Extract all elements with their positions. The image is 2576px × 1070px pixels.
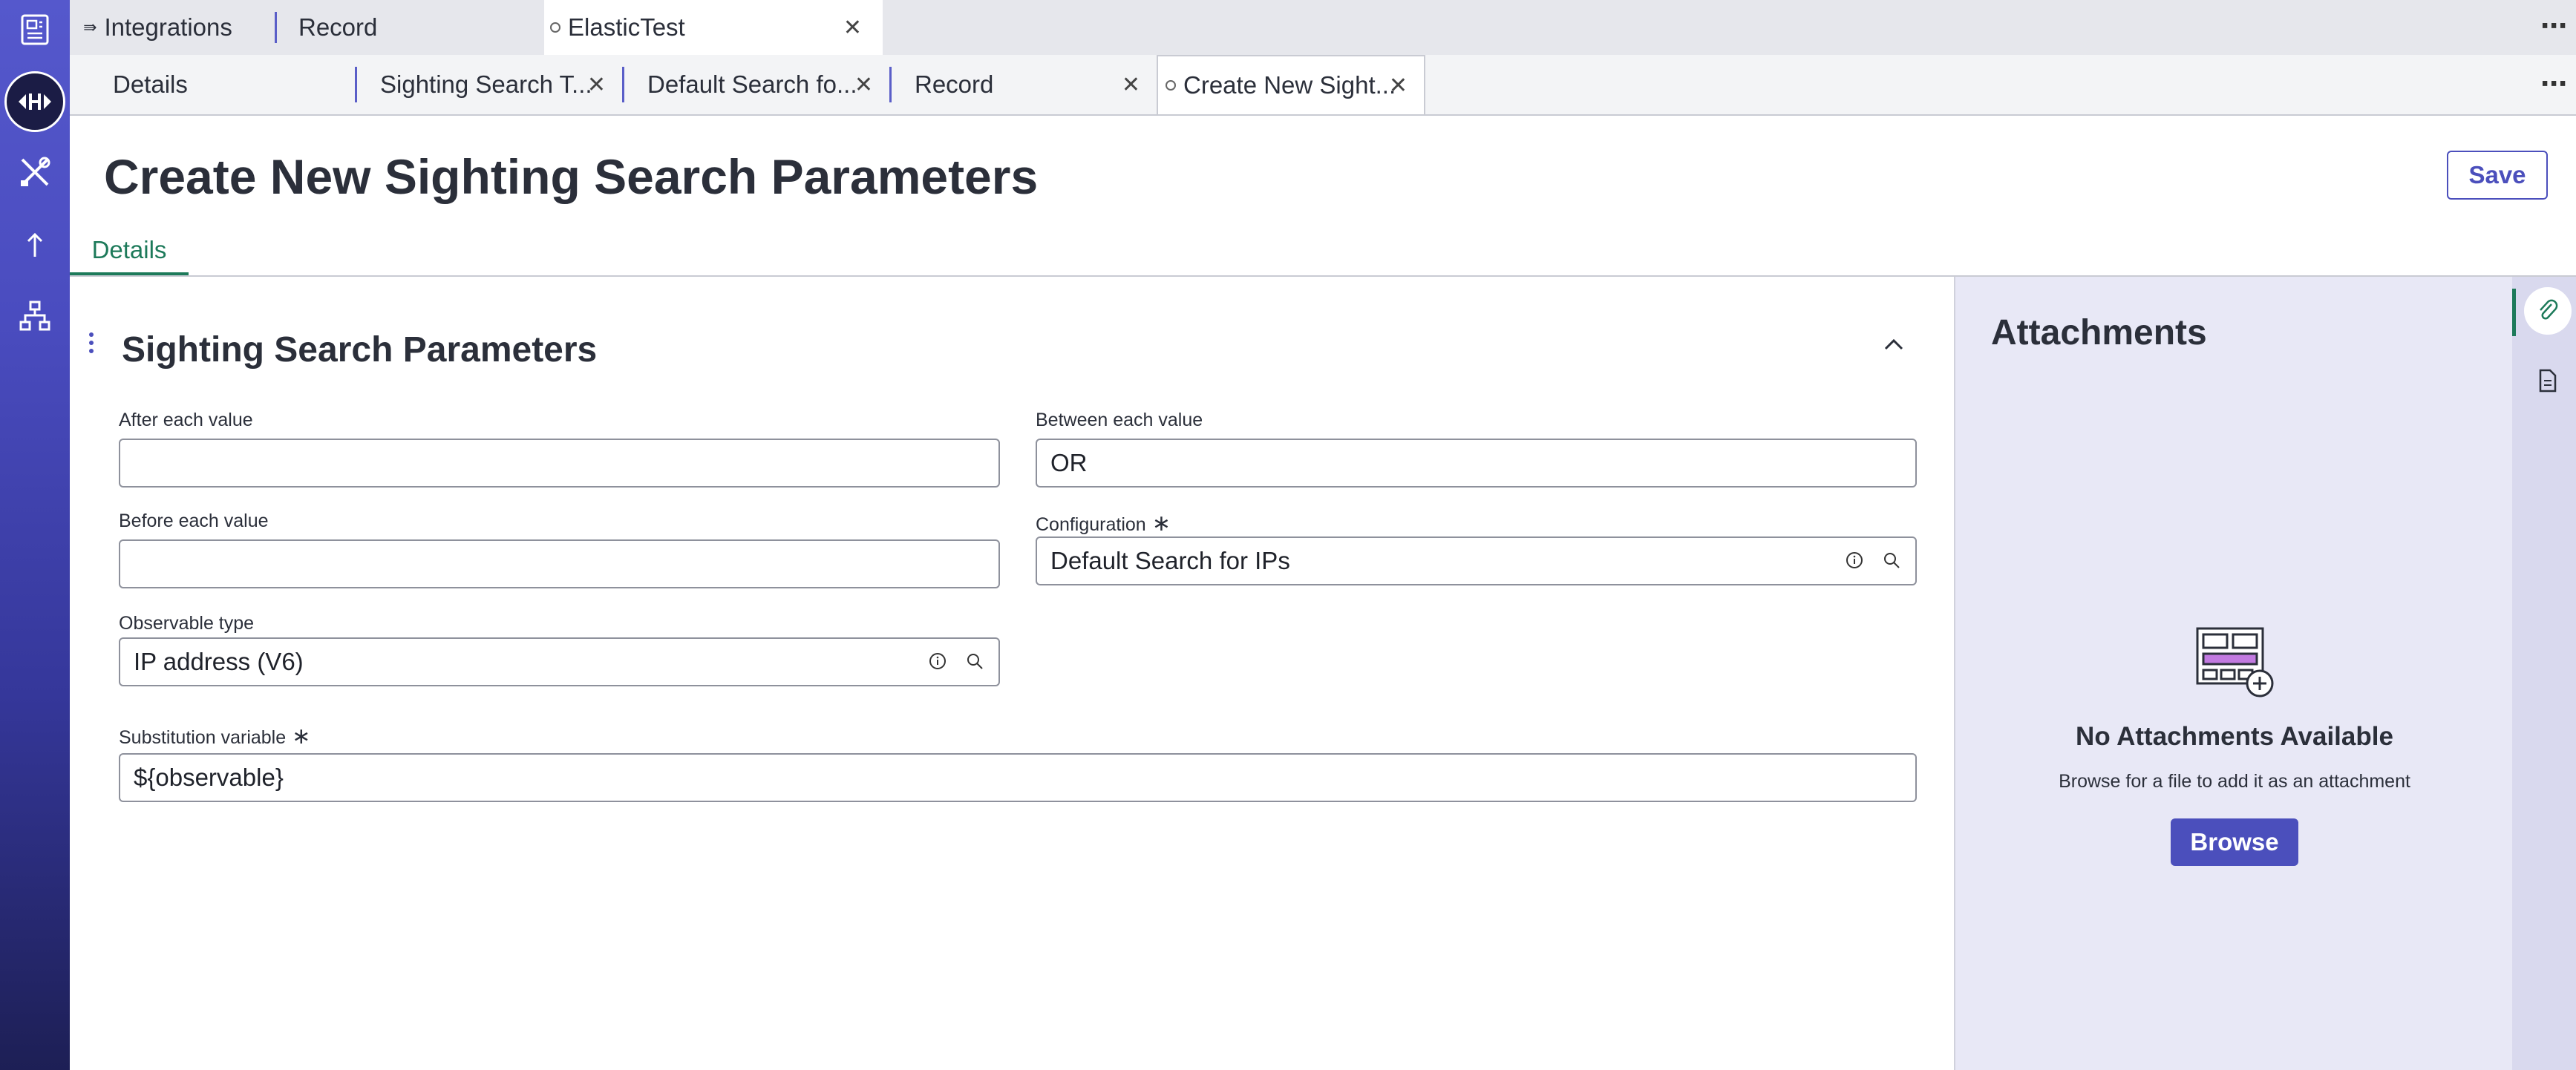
tab-separator <box>355 67 357 102</box>
substitution-variable-label: Substitution variable ∗ <box>119 723 310 749</box>
browse-button[interactable]: Browse <box>2171 818 2298 866</box>
tab-record[interactable]: Record ✕ <box>889 55 1157 114</box>
empty-attachments-illustration-icon <box>2194 626 2278 705</box>
more-icon[interactable]: ⋯ <box>2540 10 2567 42</box>
no-attachments-title: No Attachments Available <box>2076 722 2393 751</box>
search-icon[interactable] <box>1883 547 1900 575</box>
attachments-title: Attachments <box>1991 313 2207 352</box>
tools-icon[interactable] <box>0 142 70 202</box>
tab-label: Record <box>915 70 994 98</box>
configuration-label: Configuration ∗ <box>1036 511 1171 536</box>
before-each-value-input[interactable] <box>119 539 1000 588</box>
configuration-label-text: Configuration <box>1036 514 1146 535</box>
required-marker: ∗ <box>1151 511 1171 536</box>
tab-elastictest[interactable]: ElasticTest ✕ <box>544 0 883 55</box>
substitution-variable-label-text: Substitution variable <box>119 727 287 748</box>
save-button[interactable]: Save <box>2447 151 2548 200</box>
tab-label: Default Search fo... <box>647 70 857 98</box>
page-title: Create New Sighting Search Parameters <box>104 149 1039 204</box>
close-icon[interactable]: ✕ <box>587 72 606 98</box>
close-icon[interactable]: ✕ <box>854 72 873 98</box>
window-tab-bar: ⇛ Integrations Record ✕ ElasticTest ✕ ⋯ <box>70 0 2576 55</box>
document-icon[interactable] <box>2524 357 2572 404</box>
tab-label: Create New Sight... <box>1183 71 1396 99</box>
unsaved-dot-icon <box>550 22 560 33</box>
paperclip-icon[interactable] <box>2524 287 2572 335</box>
observable-type-label: Observable type <box>119 613 255 634</box>
hierarchy-icon[interactable] <box>0 286 70 346</box>
tab-default-search[interactable]: Default Search fo... ✕ <box>622 55 889 114</box>
tab-separator <box>889 67 892 102</box>
tab-label: ElasticTest <box>568 13 685 41</box>
tab-separator <box>275 12 277 43</box>
tab-separator <box>622 67 624 102</box>
configuration-lookup[interactable]: Default Search for IPs <box>1036 536 1917 585</box>
after-each-value-label: After each value <box>119 410 253 430</box>
no-attachments-hint: Browse for a file to add it as an attach… <box>2059 771 2410 792</box>
tab-integrations[interactable]: ⇛ Integrations <box>70 0 275 55</box>
tab-label: Details <box>113 70 188 98</box>
active-indicator <box>2512 289 2516 336</box>
between-each-value-label: Between each value <box>1036 410 1203 430</box>
close-icon[interactable]: ✕ <box>1122 72 1140 98</box>
observable-type-lookup[interactable]: IP address (V6) <box>119 637 1000 686</box>
tab-label: Record <box>298 13 378 41</box>
configuration-value: Default Search for IPs <box>1050 547 1290 574</box>
observable-type-value: IP address (V6) <box>134 648 304 675</box>
side-panel-toolbar <box>2512 277 2576 1070</box>
after-each-value-input[interactable] <box>119 439 1000 488</box>
attachments-panel: Attachments No Attachments Available Bro… <box>1954 277 2512 1070</box>
tab-details[interactable]: Details <box>70 55 355 114</box>
chevron-up-icon[interactable] <box>1883 334 1905 356</box>
upload-icon[interactable] <box>0 215 70 275</box>
tab-create-new-sighting[interactable]: Create New Sight... ✕ <box>1157 55 1425 114</box>
tab-label: Integrations <box>104 13 232 41</box>
before-each-value-label: Before each value <box>119 511 269 531</box>
brand-logo[interactable] <box>4 71 65 132</box>
more-icon[interactable]: ⋯ <box>2540 68 2567 99</box>
close-icon[interactable]: ✕ <box>1389 73 1408 99</box>
workspace-icon[interactable] <box>0 0 70 59</box>
drag-handle-icon[interactable] <box>89 332 95 357</box>
info-icon[interactable] <box>929 648 947 676</box>
record-tab-bar: Details Sighting Search T... ✕ Default S… <box>70 55 2576 116</box>
tab-details-section[interactable]: Details <box>70 236 189 276</box>
tab-sighting-search[interactable]: Sighting Search T... ✕ <box>355 55 622 114</box>
tab-label: Sighting Search T... <box>380 70 592 98</box>
close-icon[interactable]: ✕ <box>843 15 862 41</box>
section-title: Sighting Search Parameters <box>122 330 598 370</box>
substitution-variable-input[interactable]: ${observable} <box>119 753 1917 802</box>
required-marker: ∗ <box>292 724 311 749</box>
search-icon[interactable] <box>966 648 984 676</box>
integration-icon: ⇛ <box>83 18 97 36</box>
left-rail <box>0 0 70 1070</box>
info-icon[interactable] <box>1846 547 1863 575</box>
unsaved-dot-icon <box>1166 80 1176 91</box>
between-each-value-input[interactable]: OR <box>1036 439 1917 488</box>
